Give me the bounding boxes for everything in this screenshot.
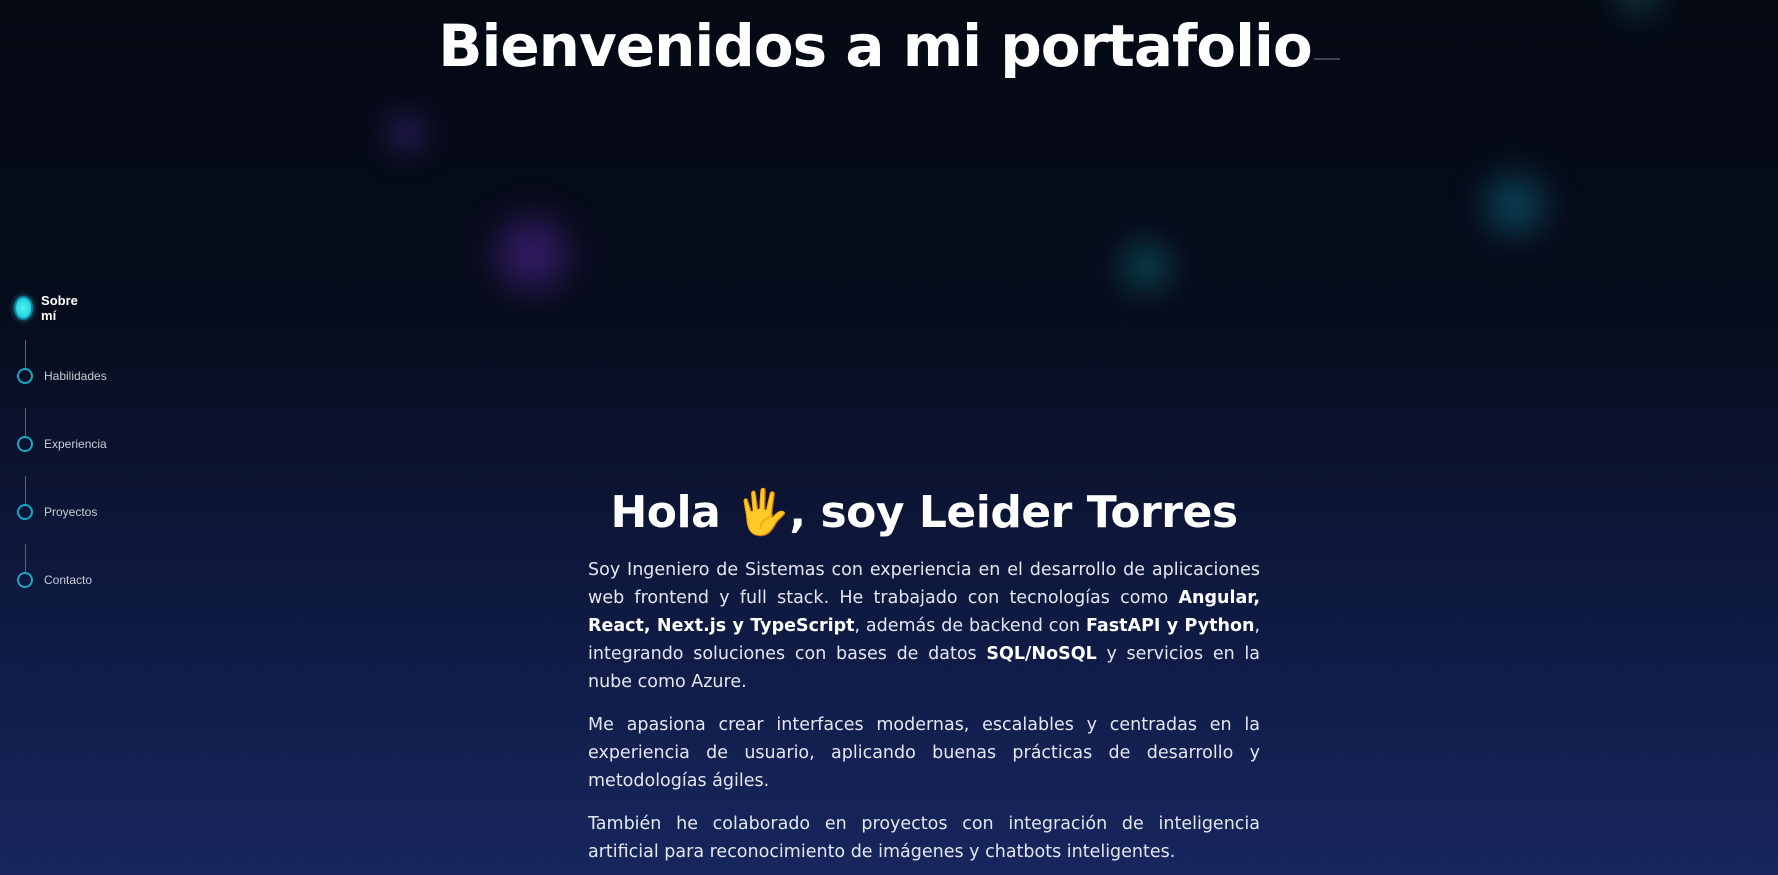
timeline-label: Habilidades	[44, 369, 107, 383]
timeline-item-habilidades[interactable]: Habilidades	[14, 368, 107, 384]
about-section: Hola 🖐, soy Leider Torres Soy Ingeniero …	[588, 478, 1260, 875]
about-highlight-backend: FastAPI y Python	[1086, 616, 1255, 636]
timeline-dot	[17, 572, 33, 588]
about-text: , además de backend con	[854, 616, 1086, 636]
timeline-dot	[17, 504, 33, 520]
about-paragraph-2: Me apasiona crear interfaces modernas, e…	[588, 715, 1260, 791]
timeline-item-proyectos[interactable]: Proyectos	[14, 504, 97, 520]
timeline-dot	[17, 368, 33, 384]
about-highlight-databases: SQL/NoSQL	[986, 644, 1097, 664]
greeting-end: , soy Leider Torres	[789, 487, 1238, 538]
waving-hand-icon: 🖐	[735, 487, 790, 538]
page-title-text: Bienvenidos a mi portafolio	[438, 12, 1312, 80]
timeline-connector	[25, 544, 26, 574]
timeline-dot-active	[14, 296, 34, 320]
timeline-label: Sobre mí	[41, 293, 78, 323]
about-heading: Hola 🖐, soy Leider Torres	[588, 478, 1260, 548]
about-paragraph-3: También he colaborado en proyectos con i…	[588, 814, 1260, 862]
background-glow	[378, 105, 434, 161]
background-glow	[1470, 160, 1560, 250]
timeline-label: Proyectos	[44, 505, 98, 519]
background-glow	[478, 200, 586, 308]
timeline-dot	[17, 436, 33, 452]
timeline-item-sobre-mi[interactable]: Sobre mí	[14, 293, 83, 323]
greeting-start: Hola	[610, 487, 721, 538]
background-glow	[1108, 228, 1184, 304]
timeline-item-experiencia[interactable]: Experiencia	[14, 436, 107, 452]
typing-cursor	[1313, 58, 1340, 60]
timeline-label: Experiencia	[44, 437, 107, 451]
timeline-label: Contacto	[44, 573, 93, 587]
about-text: Soy Ingeniero de Sistemas con experienci…	[588, 560, 1260, 608]
page-title: Bienvenidos a mi portafolio	[0, 6, 1778, 86]
timeline-item-contacto[interactable]: Contacto	[14, 572, 92, 588]
timeline-connector	[25, 340, 26, 370]
timeline-connector	[25, 408, 26, 438]
about-paragraph-1: Soy Ingeniero de Sistemas con experienci…	[588, 556, 1260, 696]
timeline-connector	[25, 476, 26, 506]
